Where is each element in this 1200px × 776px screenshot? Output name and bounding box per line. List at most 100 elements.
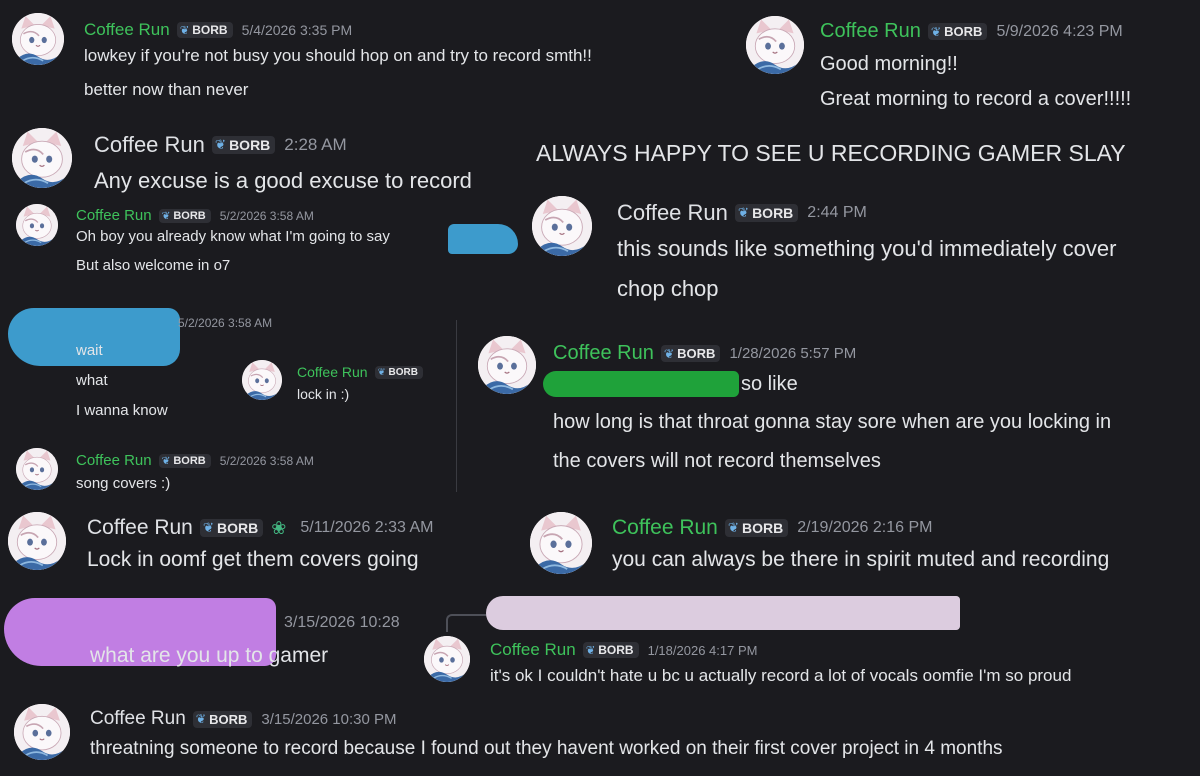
timestamp: 5/9/2026 4:23 PM [996,22,1123,40]
clan-tag[interactable]: ❦ BORB [211,136,276,154]
message-header: Coffee Run ❦ BORB [297,364,423,380]
leaf-icon: ❦ [214,137,227,152]
avatar[interactable] [12,128,72,188]
message-line: this sounds like something you'd immedia… [617,236,1117,261]
avatar[interactable] [530,512,592,574]
message-line: I wanna know [76,402,168,419]
username[interactable]: Coffee Run [553,342,654,365]
message-panel-1: Coffee Run ❦ BORB 5/4/2026 3:35 PM lowkey… [0,0,738,122]
redacted-mention [448,224,518,254]
message-line: song covers :) [76,475,171,492]
timestamp: 3/15/2026 10:28 [284,614,400,631]
message-line: Any excuse is a good excuse to record [94,168,472,193]
message-panel-4: ALWAYS HAPPY TO SEE U RECORDING GAMER SL… [522,128,1200,184]
username[interactable]: Coffee Run [94,132,205,158]
clan-tag[interactable]: ❦ BORB [374,365,423,379]
message-header: Coffee Run ❦ BORB 5/2/2026 3:58 AM [76,207,390,224]
leaf-icon: ❦ [727,520,740,535]
message-line: better now than never [84,80,249,99]
avatar[interactable] [242,360,282,400]
leaf-icon: ❦ [195,712,207,726]
message-panel-10: Coffee Run ❦ BORB 2/19/2026 2:16 PM you c… [522,500,1200,592]
clan-tag[interactable]: ❦ BORB [660,345,721,362]
message-line: the covers will not record themselves [553,450,881,472]
message-line: Lock in oomf get them covers going [87,548,419,571]
message-header: Coffee Run ❦ BORB 2:28 AM [94,132,472,158]
message-line: you can always be there in spirit muted … [612,548,1110,571]
timestamp: 5/2/2026 3:58 AM [219,453,314,468]
message-line: threatning someone to record because I f… [90,738,1003,759]
clan-tag[interactable]: ❦ BORB [724,519,789,537]
username[interactable]: Coffee Run [76,452,152,469]
timestamp: 5/2/2026 3:58 AM [178,316,273,330]
avatar[interactable] [532,196,592,256]
message-header: Coffee Run ❦ BORB 3/15/2026 10:30 PM [90,708,1003,730]
message-header: Coffee Run ❦ BORB 5/4/2026 3:35 PM [84,20,592,40]
avatar[interactable] [8,512,66,570]
clan-tag[interactable]: ❦ BORB [582,642,639,658]
avatar[interactable] [746,16,804,74]
message-panel-12: Coffee Run ❦ BORB 1/18/2026 4:17 PM it's … [416,592,1200,696]
message-line: how long is that throat gonna stay sore … [553,411,1112,433]
leaf-icon: ❦ [377,366,386,378]
clan-tag[interactable]: ❦ BORB [199,519,264,537]
clan-tag[interactable]: ❦ BORB [734,204,799,222]
username[interactable]: Coffee Run [84,20,170,40]
message-header: Coffee Run ❦ BORB 5/2/2026 3:58 AM [76,452,314,469]
clan-tag[interactable]: ❦ BORB [158,453,211,468]
message-line: Great morning to record a cover!!!!! [820,88,1132,110]
message-line: ALWAYS HAPPY TO SEE U RECORDING GAMER SL… [536,140,1126,166]
username[interactable]: Coffee Run [87,516,193,540]
timestamp: 5/4/2026 3:35 PM [241,22,353,38]
message-panel-3: Coffee Run ❦ BORB 2:28 AM Any excuse is a… [0,122,522,198]
username[interactable]: Coffee Run [90,708,186,730]
timestamp: 3/15/2026 10:30 PM [261,710,397,728]
username[interactable]: Coffee Run [617,200,728,226]
message-panel-6: Coffee Run ❦ BORB 2:44 PM this sounds lik… [522,184,1200,312]
redacted-reply [486,596,960,630]
message-header: Coffee Run ❦ BORB 2:44 PM [617,200,1116,226]
username[interactable]: Coffee Run [490,640,576,660]
panel-divider [456,320,457,492]
message-panel-5: Coffee Run ❦ BORB 5/2/2026 3:58 AM Oh boy… [0,198,522,302]
leaf-icon: ❦ [161,455,171,467]
redacted-mention [543,371,739,397]
reply-connector [446,614,488,632]
username[interactable]: Coffee Run [820,20,921,43]
message-line: Good morning!! [820,53,958,75]
clan-tag[interactable]: ❦ BORB [158,208,211,223]
message-panel-13: Coffee Run ❦ BORB 3/15/2026 10:30 PM thre… [0,696,1200,776]
avatar[interactable] [478,336,536,394]
clan-tag[interactable]: ❦ BORB [176,22,233,38]
message-panel-2: Coffee Run ❦ BORB 5/9/2026 4:23 PM Good m… [738,0,1200,128]
leaf-icon: ❦ [179,25,190,37]
message-line: Oh boy you already know what I'm going t… [76,228,390,245]
leaf-icon: ❦ [585,645,596,657]
username[interactable]: Coffee Run [297,364,368,380]
message-panel-7: 5/2/2026 3:58 AM wait what I wanna know … [0,302,456,494]
message-line: what [76,372,108,389]
message-header: Coffee Run ❦ BORB 1/28/2026 5:57 PM [553,342,1111,365]
timestamp: 2/19/2026 2:16 PM [797,519,933,536]
avatar[interactable] [16,448,58,490]
message-header: Coffee Run ❦ BORB 2/19/2026 2:16 PM [612,516,1109,540]
message-line: But also welcome in o7 [76,257,231,274]
clan-tag[interactable]: ❦ BORB [927,23,988,40]
avatar[interactable] [424,636,470,682]
avatar[interactable] [14,704,70,760]
message-header: Coffee Run ❦ BORB 5/9/2026 4:23 PM [820,20,1131,43]
message-header: Coffee Run ❦ BORB 1/18/2026 4:17 PM [490,640,1071,660]
timestamp: 5/2/2026 3:58 AM [219,208,314,223]
avatar[interactable] [16,204,58,246]
clan-tag[interactable]: ❦ BORB [192,710,253,728]
message-line: wait [76,342,103,359]
timestamp: 5/11/2026 2:33 AM [300,519,434,536]
leaf-icon: ❦ [202,520,215,535]
message-line: chop chop [617,276,719,301]
leaf-icon: ❦ [737,205,750,220]
avatar[interactable] [12,13,64,65]
username[interactable]: Coffee Run [612,516,718,540]
message-line: what are you up to gamer [90,644,329,667]
message-line: it's ok I couldn't hate u bc u actually … [490,666,1072,685]
username[interactable]: Coffee Run [76,207,152,224]
